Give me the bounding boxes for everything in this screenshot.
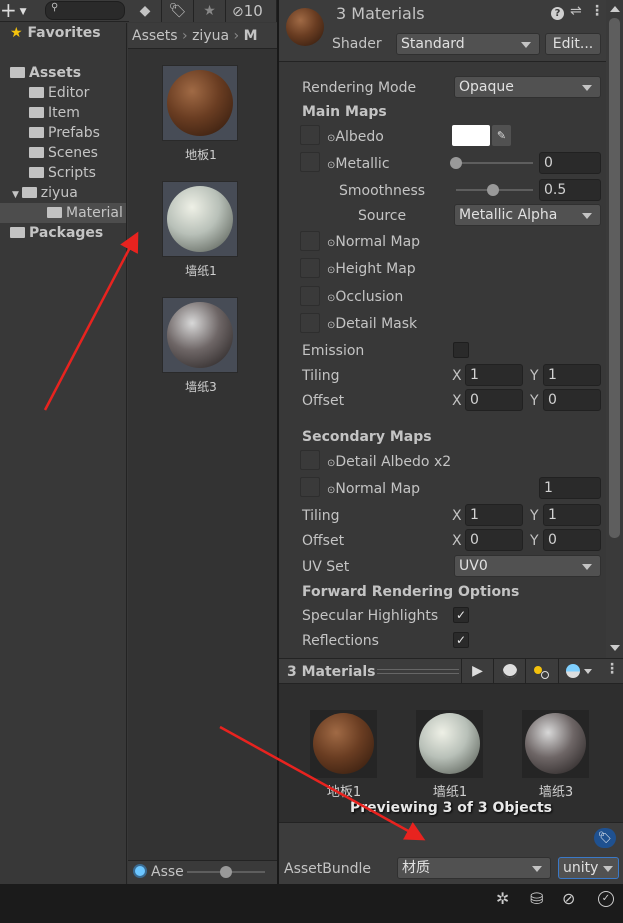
annotation-arrows [43, 231, 426, 841]
annotation-arrow [43, 231, 139, 411]
annotation-arrow [219, 725, 426, 841]
